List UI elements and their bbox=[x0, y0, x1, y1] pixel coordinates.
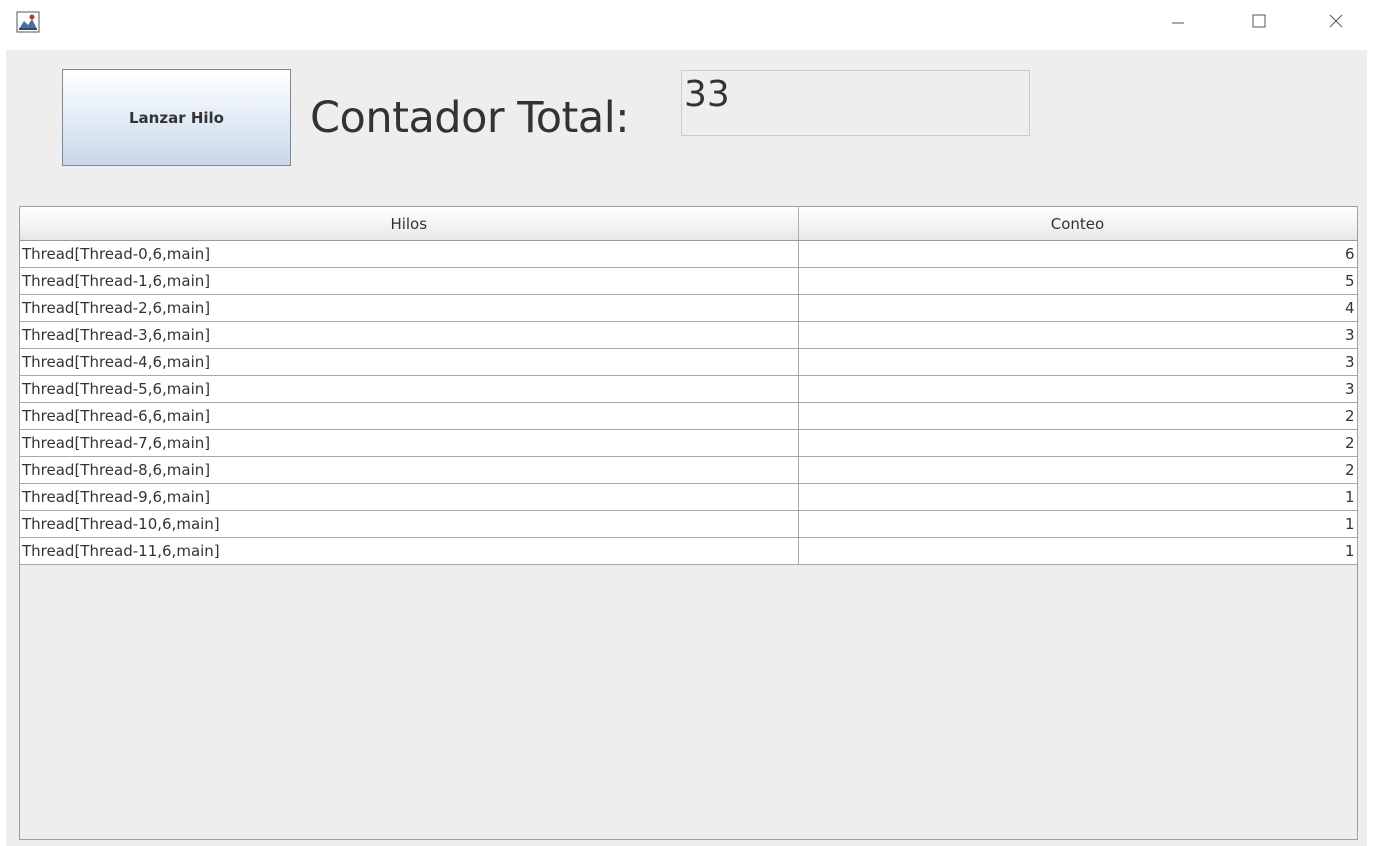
threads-table-scrollpane[interactable]: Hilos Conteo Thread[Thread-0,6,main] 6 Thr… bbox=[19, 206, 1358, 840]
thread-count-cell[interactable]: 3 bbox=[798, 321, 1357, 349]
table-row[interactable]: Thread[Thread-7,6,main] 2 bbox=[20, 429, 1357, 457]
thread-count-cell[interactable]: 3 bbox=[798, 375, 1357, 403]
table-row[interactable]: Thread[Thread-1,6,main] 5 bbox=[20, 267, 1357, 295]
thread-count-cell[interactable]: 3 bbox=[798, 348, 1357, 376]
maximize-icon bbox=[1251, 13, 1267, 33]
java-app-icon bbox=[16, 11, 40, 33]
table-row[interactable]: Thread[Thread-10,6,main] 1 bbox=[20, 510, 1357, 538]
column-header-hilos[interactable]: Hilos bbox=[20, 207, 799, 241]
launch-thread-button[interactable]: Lanzar Hilo bbox=[62, 69, 291, 166]
window-titlebar bbox=[0, 0, 1373, 50]
thread-name-cell[interactable]: Thread[Thread-5,6,main] bbox=[20, 375, 799, 403]
thread-name-cell[interactable]: Thread[Thread-3,6,main] bbox=[20, 321, 799, 349]
table-row[interactable]: Thread[Thread-3,6,main] 3 bbox=[20, 321, 1357, 349]
thread-count-cell[interactable]: 2 bbox=[798, 402, 1357, 430]
table-row[interactable]: Thread[Thread-2,6,main] 4 bbox=[20, 294, 1357, 322]
thread-name-cell[interactable]: Thread[Thread-6,6,main] bbox=[20, 402, 799, 430]
thread-count-cell[interactable]: 1 bbox=[798, 537, 1357, 565]
maximize-button[interactable] bbox=[1236, 0, 1282, 46]
thread-name-cell[interactable]: Thread[Thread-0,6,main] bbox=[20, 240, 799, 268]
thread-name-cell[interactable]: Thread[Thread-1,6,main] bbox=[20, 267, 799, 295]
thread-name-cell[interactable]: Thread[Thread-7,6,main] bbox=[20, 429, 799, 457]
threads-table-body: Thread[Thread-0,6,main] 6 Thread[Thread-1,… bbox=[20, 240, 1357, 565]
table-row[interactable]: Thread[Thread-11,6,main] 1 bbox=[20, 537, 1357, 565]
thread-name-cell[interactable]: Thread[Thread-2,6,main] bbox=[20, 294, 799, 322]
thread-count-cell[interactable]: 5 bbox=[798, 267, 1357, 295]
minimize-button[interactable] bbox=[1155, 0, 1201, 46]
close-button[interactable] bbox=[1313, 0, 1359, 46]
launch-thread-button-label: Lanzar Hilo bbox=[129, 108, 224, 127]
table-row[interactable]: Thread[Thread-4,6,main] 3 bbox=[20, 348, 1357, 376]
thread-count-cell[interactable]: 6 bbox=[798, 240, 1357, 268]
column-header-conteo[interactable]: Conteo bbox=[798, 207, 1357, 241]
main-panel: Lanzar Hilo Contador Total: 33 Hilos Con… bbox=[6, 50, 1367, 846]
thread-name-cell[interactable]: Thread[Thread-4,6,main] bbox=[20, 348, 799, 376]
threads-table: Hilos Conteo Thread[Thread-0,6,main] 6 Thr… bbox=[20, 207, 1357, 565]
table-row[interactable]: Thread[Thread-6,6,main] 2 bbox=[20, 402, 1357, 430]
thread-name-cell[interactable]: Thread[Thread-10,6,main] bbox=[20, 510, 799, 538]
total-counter-label: Contador Total: bbox=[310, 93, 630, 143]
minimize-icon bbox=[1171, 14, 1185, 33]
close-icon bbox=[1328, 13, 1344, 33]
thread-name-cell[interactable]: Thread[Thread-9,6,main] bbox=[20, 483, 799, 511]
thread-count-cell[interactable]: 4 bbox=[798, 294, 1357, 322]
thread-count-cell[interactable]: 2 bbox=[798, 429, 1357, 457]
total-counter-field[interactable]: 33 bbox=[681, 70, 1030, 136]
table-row[interactable]: Thread[Thread-9,6,main] 1 bbox=[20, 483, 1357, 511]
table-row[interactable]: Thread[Thread-5,6,main] 3 bbox=[20, 375, 1357, 403]
thread-count-cell[interactable]: 2 bbox=[798, 456, 1357, 484]
thread-count-cell[interactable]: 1 bbox=[798, 483, 1357, 511]
thread-count-cell[interactable]: 1 bbox=[798, 510, 1357, 538]
thread-name-cell[interactable]: Thread[Thread-8,6,main] bbox=[20, 456, 799, 484]
table-row[interactable]: Thread[Thread-0,6,main] 6 bbox=[20, 240, 1357, 268]
table-row[interactable]: Thread[Thread-8,6,main] 2 bbox=[20, 456, 1357, 484]
thread-name-cell[interactable]: Thread[Thread-11,6,main] bbox=[20, 537, 799, 565]
